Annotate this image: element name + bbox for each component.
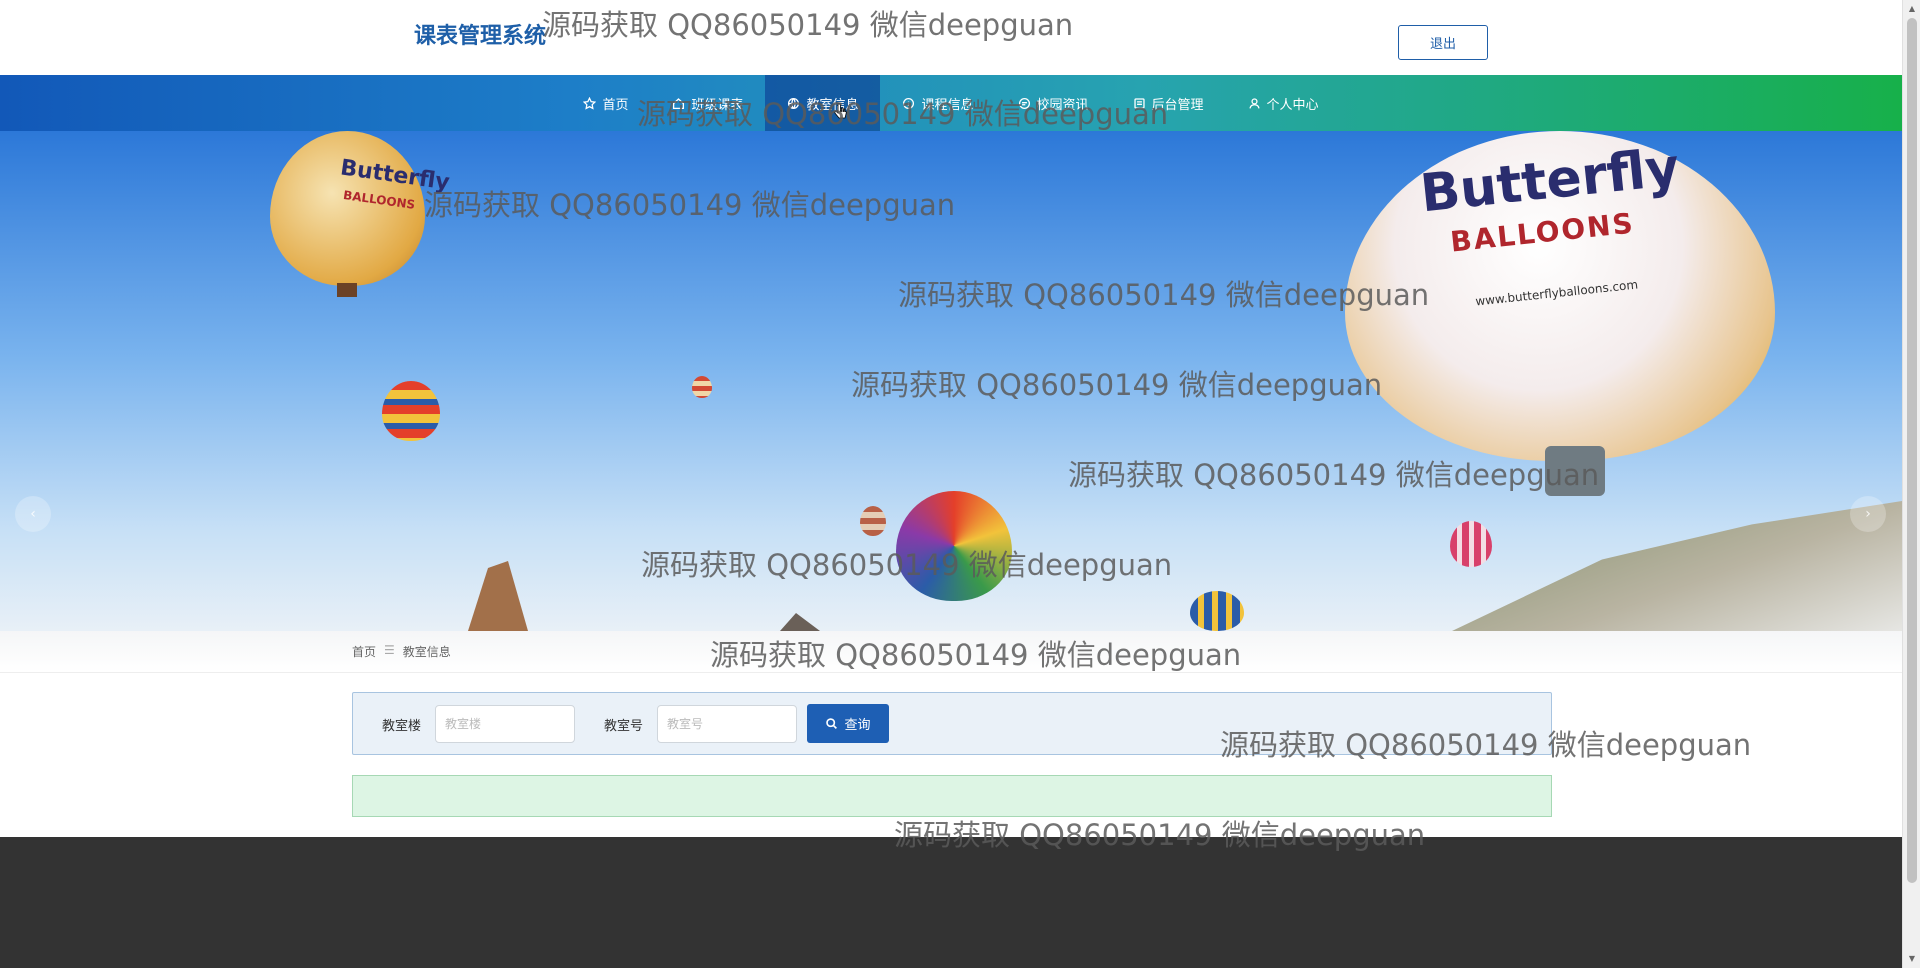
page-scrollbar[interactable]: ▲ ▼ [1902, 0, 1920, 968]
chat-icon [1018, 97, 1030, 109]
nav-item-label: 个人中心 [1266, 97, 1319, 113]
nav-item-course-info[interactable]: 课程信息 [880, 75, 995, 131]
top-header: 课表管理系统 退出 [0, 0, 1902, 75]
nav-item-label: 课程信息 [921, 97, 974, 113]
nav-item-campus-news[interactable]: 校园资讯 [996, 75, 1111, 131]
scroll-up-icon[interactable]: ▲ [1907, 4, 1917, 14]
room-input[interactable] [657, 705, 797, 743]
query-button-label: 查询 [844, 718, 871, 733]
nav-item-admin[interactable]: 后台管理 [1111, 75, 1226, 131]
site-title: 课表管理系统 [414, 24, 547, 49]
result-area [352, 775, 1552, 817]
hand-cursor-icon [834, 103, 847, 119]
balloon-basket [337, 283, 357, 297]
scroll-thumb[interactable] [1907, 18, 1917, 883]
breadcrumb-bar: 首页 ☰ 教室信息 [0, 631, 1902, 673]
user-icon [1248, 97, 1260, 109]
nav-item-label: 后台管理 [1151, 97, 1204, 113]
balloon-small [692, 376, 712, 398]
building-label: 教室楼 [382, 719, 422, 734]
main-nav: 首页 班级课表 教室信息 课程信息 校园资讯 后台管理 个人中心 [0, 75, 1902, 131]
home-icon [673, 97, 685, 109]
scroll-down-icon[interactable]: ▼ [1907, 954, 1917, 964]
breadcrumb-home[interactable]: 首页 [352, 643, 376, 660]
balloon-pink [1450, 521, 1492, 567]
building-input[interactable] [435, 705, 575, 743]
globe-icon [788, 97, 800, 109]
breadcrumb-current: 教室信息 [402, 645, 451, 659]
nav-item-label: 教室信息 [806, 97, 859, 113]
nav-item-label: 班级课表 [691, 97, 744, 113]
balloon-small-2 [860, 506, 886, 536]
banner-rock-small [780, 613, 820, 631]
nav-item-home[interactable]: 首页 [561, 75, 650, 131]
banner-carousel: Butterfly BALLOONS www.butterflyballoons… [0, 131, 1902, 631]
breadcrumb-separator: ☰ [384, 643, 395, 657]
logout-button[interactable]: 退出 [1398, 25, 1488, 60]
star-icon [583, 96, 597, 110]
footer [0, 837, 1902, 968]
carousel-prev-button[interactable]: ‹ [15, 496, 51, 532]
info-icon [903, 97, 915, 109]
balloon-striped [382, 381, 440, 441]
monitor-icon [1133, 97, 1145, 109]
nav-item-label: 校园资讯 [1036, 97, 1089, 113]
nav-item-classroom-info[interactable]: 教室信息 [765, 75, 881, 131]
balloon-blue [1190, 591, 1244, 631]
breadcrumb: 首页 ☰ 教室信息 [352, 643, 451, 660]
balloon-rainbow [896, 491, 1012, 601]
nav-item-class-schedule[interactable]: 班级课表 [650, 75, 765, 131]
banner-rock [468, 561, 528, 631]
carousel-next-button[interactable]: › [1850, 496, 1886, 532]
query-button[interactable]: 查询 [807, 704, 889, 743]
search-form: 教室楼 教室号 查询 [352, 692, 1552, 755]
search-icon [826, 718, 838, 729]
nav-item-profile[interactable]: 个人中心 [1226, 75, 1341, 131]
balloon-basket-large [1545, 446, 1605, 496]
nav-item-label: 首页 [602, 97, 629, 113]
room-label: 教室号 [604, 719, 644, 734]
